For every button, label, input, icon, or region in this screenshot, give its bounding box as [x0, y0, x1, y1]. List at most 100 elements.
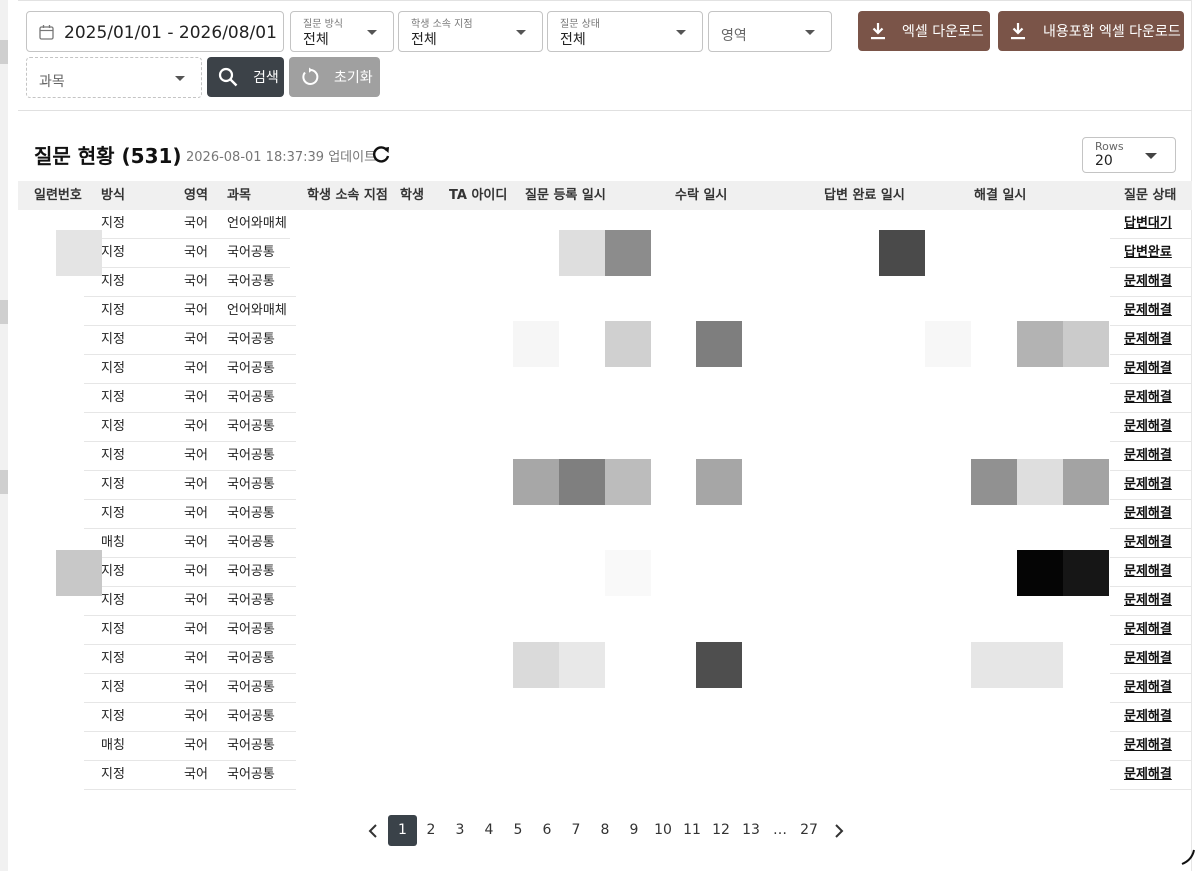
page-button[interactable]: 1	[388, 815, 417, 846]
page-button[interactable]: 5	[504, 815, 532, 846]
page-button[interactable]: 10	[649, 815, 677, 846]
branch-select-caption: 학생 소속 지점	[411, 19, 473, 30]
page-button[interactable]: 27	[795, 815, 823, 846]
row-status[interactable]: 문제해결	[1124, 326, 1172, 355]
page-button[interactable]: 4	[475, 815, 503, 846]
row-area: 국어	[184, 303, 208, 318]
reset-button[interactable]: 초기화	[289, 57, 380, 97]
refresh-icon[interactable]	[370, 144, 392, 166]
rows-per-page-select[interactable]: Rows 20	[1082, 137, 1176, 173]
row-method: 지정	[101, 303, 125, 318]
page-button[interactable]: 7	[562, 815, 590, 846]
area-select-placeholder: 영역	[721, 28, 747, 44]
row-subject: 국어공통	[227, 535, 275, 550]
page-button[interactable]: 13	[737, 815, 765, 846]
date-range-picker[interactable]: 2025/01/01 - 2026/08/01	[26, 11, 284, 52]
row-method: 지정	[101, 274, 125, 289]
page-button[interactable]: 6	[533, 815, 561, 846]
chevron-down-icon	[175, 76, 185, 81]
row-status[interactable]: 문제해결	[1124, 587, 1172, 616]
col-resolved-at: 해결 일시	[974, 188, 1027, 203]
branch-select[interactable]: 학생 소속 지점 전체	[398, 11, 543, 52]
row-area: 국어	[184, 448, 208, 463]
row-method: 지정	[101, 216, 125, 231]
row-status[interactable]: 문제해결	[1124, 761, 1172, 790]
row-area: 국어	[184, 709, 208, 724]
row-status[interactable]: 문제해결	[1124, 645, 1172, 674]
row-subject: 국어공통	[227, 738, 275, 753]
area-select[interactable]: 영역	[708, 11, 832, 52]
row-method: 지정	[101, 506, 125, 521]
status-select[interactable]: 질문 상태 전체	[547, 11, 703, 52]
col-branch: 학생 소속 지점	[307, 188, 388, 203]
row-subject: 국어공통	[227, 564, 275, 579]
row-status[interactable]: 문제해결	[1124, 674, 1172, 703]
row-status[interactable]: 문제해결	[1124, 732, 1172, 761]
row-subject: 국어공통	[227, 361, 275, 376]
panel-divider	[18, 110, 1192, 111]
row-status[interactable]: 답변대기	[1124, 210, 1172, 239]
page-button[interactable]: 12	[707, 815, 735, 846]
row-status[interactable]: 문제해결	[1124, 268, 1172, 297]
chevron-down-icon	[676, 30, 686, 35]
status-select-caption: 질문 상태	[560, 19, 600, 30]
col-registered-at: 질문 등록 일시	[525, 188, 606, 203]
chevron-right-icon[interactable]	[833, 823, 845, 839]
row-status[interactable]: 문제해결	[1124, 529, 1172, 558]
method-select[interactable]: 질문 방식 전체	[290, 11, 394, 52]
row-status[interactable]: 문제해결	[1124, 442, 1172, 471]
row-status[interactable]: 문제해결	[1124, 500, 1172, 529]
updated-timestamp: 2026-08-01 18:37:39 업데이트	[186, 150, 377, 165]
row-status[interactable]: 문제해결	[1124, 384, 1172, 413]
download-icon	[871, 23, 885, 40]
row-subject: 국어공통	[227, 651, 275, 666]
row-subject: 국어공통	[227, 477, 275, 492]
row-subject: 국어공통	[227, 448, 275, 463]
page-button[interactable]: 8	[591, 815, 619, 846]
col-method: 방식	[101, 188, 125, 203]
row-method: 매칭	[101, 535, 125, 550]
row-area: 국어	[184, 361, 208, 376]
row-status[interactable]: 문제해결	[1124, 558, 1172, 587]
row-status[interactable]: 답변완료	[1124, 239, 1172, 268]
row-subject: 국어공통	[227, 245, 275, 260]
row-area: 국어	[184, 216, 208, 231]
row-area: 국어	[184, 738, 208, 753]
row-method: 지정	[101, 477, 125, 492]
panel-top-border	[18, 0, 1192, 4]
row-subject: 국어공통	[227, 767, 275, 782]
row-status[interactable]: 문제해결	[1124, 413, 1172, 442]
method-select-caption: 질문 방식	[303, 19, 343, 30]
search-button[interactable]: 검색	[207, 57, 284, 97]
chevron-down-icon	[516, 30, 526, 35]
row-area: 국어	[184, 767, 208, 782]
download-icon	[1011, 23, 1025, 40]
row-subject: 국어공통	[227, 506, 275, 521]
col-status: 질문 상태	[1124, 188, 1177, 203]
col-answered-at: 답변 완료 일시	[824, 188, 905, 203]
row-method: 매칭	[101, 738, 125, 753]
row-subject: 언어와매체	[227, 303, 287, 318]
row-status[interactable]: 문제해결	[1124, 703, 1172, 732]
row-area: 국어	[184, 564, 208, 579]
page-button[interactable]: 11	[678, 815, 706, 846]
row-status[interactable]: 문제해결	[1124, 297, 1172, 326]
row-status[interactable]: 문제해결	[1124, 616, 1172, 645]
chevron-left-icon[interactable]	[367, 823, 379, 839]
page-title: 질문 현황 (531)	[34, 144, 182, 168]
row-method: 지정	[101, 332, 125, 347]
row-method: 지정	[101, 767, 125, 782]
page-button[interactable]: 2	[417, 815, 445, 846]
page-button[interactable]: 9	[620, 815, 648, 846]
reset-label: 초기화	[334, 70, 373, 86]
excel-full-download-button[interactable]: 내용포함 엑셀 다운로드	[998, 11, 1184, 51]
row-area: 국어	[184, 274, 208, 289]
row-status[interactable]: 문제해결	[1124, 355, 1172, 384]
resize-handle-icon	[1181, 849, 1195, 865]
row-status[interactable]: 문제해결	[1124, 471, 1172, 500]
page-button[interactable]: 3	[446, 815, 474, 846]
subject-select[interactable]: 과목	[26, 57, 202, 98]
excel-download-button[interactable]: 엑셀 다운로드	[858, 11, 990, 51]
row-subject: 국어공통	[227, 622, 275, 637]
row-area: 국어	[184, 680, 208, 695]
